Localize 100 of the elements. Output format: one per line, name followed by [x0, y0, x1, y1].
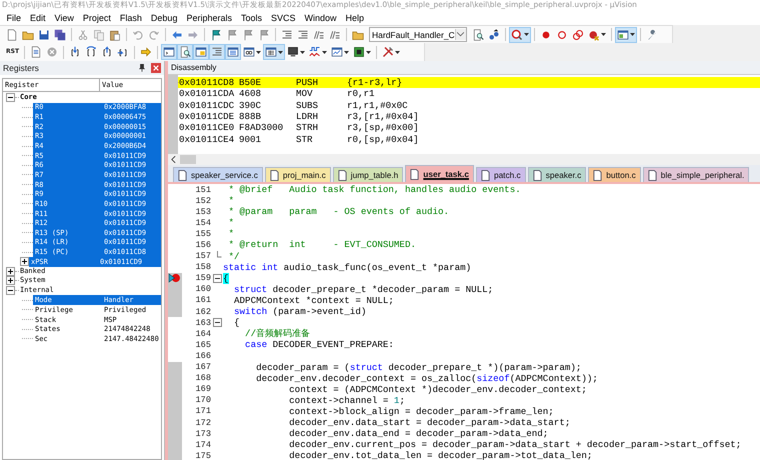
menu-item[interactable]: Debug: [146, 12, 182, 22]
caret-icon: [366, 50, 372, 54]
caret-icon: [524, 33, 529, 36]
menu-item[interactable]: View: [50, 12, 78, 22]
combo-value: HardFault_Handler_C: [371, 30, 455, 40]
expand-icon[interactable]: [6, 266, 15, 276]
tab-label: ble_simple_peripheral.: [660, 170, 744, 180]
code-line: decoder_env.decoder_context = os_zalloc(sizeof(ADPCMContext));: [255, 372, 598, 384]
opcode: 4608: [239, 88, 262, 100]
chip-icon: [353, 46, 366, 58]
toolbar-button[interactable]: [225, 44, 242, 60]
line-number: 157: [194, 251, 211, 262]
expand-icon[interactable]: [6, 276, 15, 286]
command-window-icon: [163, 46, 176, 58]
menu-item[interactable]: Flash: [115, 12, 146, 22]
tab-label: jump_table.h: [350, 170, 398, 180]
menu-item[interactable]: SVCS: [266, 12, 300, 22]
operands: {r1-r3,lr}: [347, 77, 402, 88]
toolbar-button[interactable]: [615, 26, 637, 42]
menu-item[interactable]: Project: [78, 12, 116, 22]
indent-icon: [281, 28, 293, 40]
code-line: context = (ADPCMContext *)decoder_env.decoder_context;: [288, 384, 587, 395]
line-number: 152: [194, 196, 211, 206]
stack-window-icon: [227, 46, 240, 58]
file-tab[interactable]: patch.c: [476, 167, 526, 182]
operands: r1,r1,#0x0C: [347, 100, 408, 111]
scroll-left-icon[interactable]: [171, 156, 176, 163]
file-tab[interactable]: speaker.c: [528, 167, 586, 182]
code-line: decoder_env.current_pos = decoder_param->data_start + decoder_param->start_offset;: [288, 439, 742, 450]
menu-item[interactable]: File: [2, 12, 26, 22]
menu-item[interactable]: Peripherals: [182, 12, 236, 22]
collapse-icon[interactable]: [6, 286, 15, 296]
toolbar-button[interactable]: [263, 44, 286, 60]
menu-item[interactable]: Tools: [236, 12, 266, 22]
close-icon[interactable]: [151, 63, 161, 73]
file-icon: [410, 168, 420, 180]
caret-icon: [278, 50, 284, 54]
opcode: 9001: [239, 134, 262, 145]
toolbar-button[interactable]: [161, 44, 178, 60]
flag-icon: [242, 28, 254, 40]
undo-icon: [132, 28, 144, 40]
toolbar-button[interactable]: [351, 44, 374, 60]
tab-label: button.c: [606, 170, 636, 180]
collapse-icon[interactable]: [212, 274, 222, 283]
mnemonic: STR: [296, 134, 314, 145]
pin-icon[interactable]: [139, 64, 145, 72]
menu-item[interactable]: Window: [300, 12, 342, 22]
operands: r3,[sp,#0x00]: [347, 122, 419, 134]
address: 0x01011CD8: [179, 77, 236, 88]
code-line: context->block_align = decoder_param->frame_len;: [288, 406, 554, 417]
line-number: 161: [194, 295, 211, 306]
line-number: 163: [194, 318, 211, 328]
line-number: 170: [194, 395, 211, 406]
window-icon: [243, 46, 256, 58]
collapse-icon[interactable]: [6, 93, 15, 102]
toolbar-button[interactable]: [193, 44, 210, 60]
mnemonic: MOV: [296, 88, 314, 100]
panel-title: Disassembly: [168, 61, 760, 75]
line-number: 156: [194, 240, 211, 250]
collapse-icon[interactable]: [212, 318, 222, 328]
line-number: 172: [194, 418, 211, 428]
file-tab[interactable]: proj_main.c: [264, 167, 331, 182]
line-number: 171: [194, 406, 211, 416]
grid-window-icon: [265, 46, 278, 58]
expand-icon[interactable]: [20, 257, 29, 266]
mnemonic: LDRH: [296, 111, 320, 122]
code-line: * @brief Audio task function, handles audio events.: [228, 184, 521, 196]
horizontal-scrollbar[interactable]: [168, 154, 760, 165]
line-number: 159: [194, 273, 211, 284]
file-tab[interactable]: ble_simple_peripheral.: [642, 167, 750, 182]
mnemonic: STRH: [296, 122, 320, 134]
caret-icon: [300, 50, 306, 54]
breakpoint-icon: [540, 28, 552, 40]
code-line: * @param param - OS events of audio.: [228, 206, 450, 218]
flag-icon: [226, 28, 238, 40]
redo-icon: [148, 28, 160, 40]
page-search-icon: [472, 28, 484, 40]
menu-item[interactable]: Edit: [26, 12, 50, 22]
tab-label: proj_main.c: [282, 170, 326, 180]
toolbar-button[interactable]: [177, 44, 194, 60]
mnemonic: SUBS: [296, 100, 320, 111]
opcode: 390C: [239, 100, 262, 111]
scrollbar-thumb[interactable]: [180, 155, 196, 164]
file-tab[interactable]: user_task.c: [405, 165, 474, 182]
operands: r0,r1: [347, 88, 375, 100]
code-line: switch (param->event_id): [233, 306, 366, 318]
toolbar-button[interactable]: [509, 26, 531, 42]
code-line: * @return int - EVT_CONSUMED.: [228, 239, 416, 251]
line-number: 166: [194, 350, 211, 361]
tab-label: speaker.c: [546, 170, 582, 180]
file-tab[interactable]: button.c: [588, 167, 641, 182]
menu-item[interactable]: Help: [341, 12, 369, 22]
file-tab[interactable]: jump_table.h: [332, 167, 404, 182]
code-line: //音频解码准备: [244, 328, 310, 340]
file-tab[interactable]: speaker_service.c: [173, 167, 263, 182]
address: 0x01011CDC: [179, 100, 236, 111]
circle-icon: [556, 28, 568, 40]
stop-icon: [46, 46, 58, 58]
pages-icon: [93, 28, 105, 40]
function-combo-box[interactable]: HardFault_Handler_C: [369, 27, 467, 42]
